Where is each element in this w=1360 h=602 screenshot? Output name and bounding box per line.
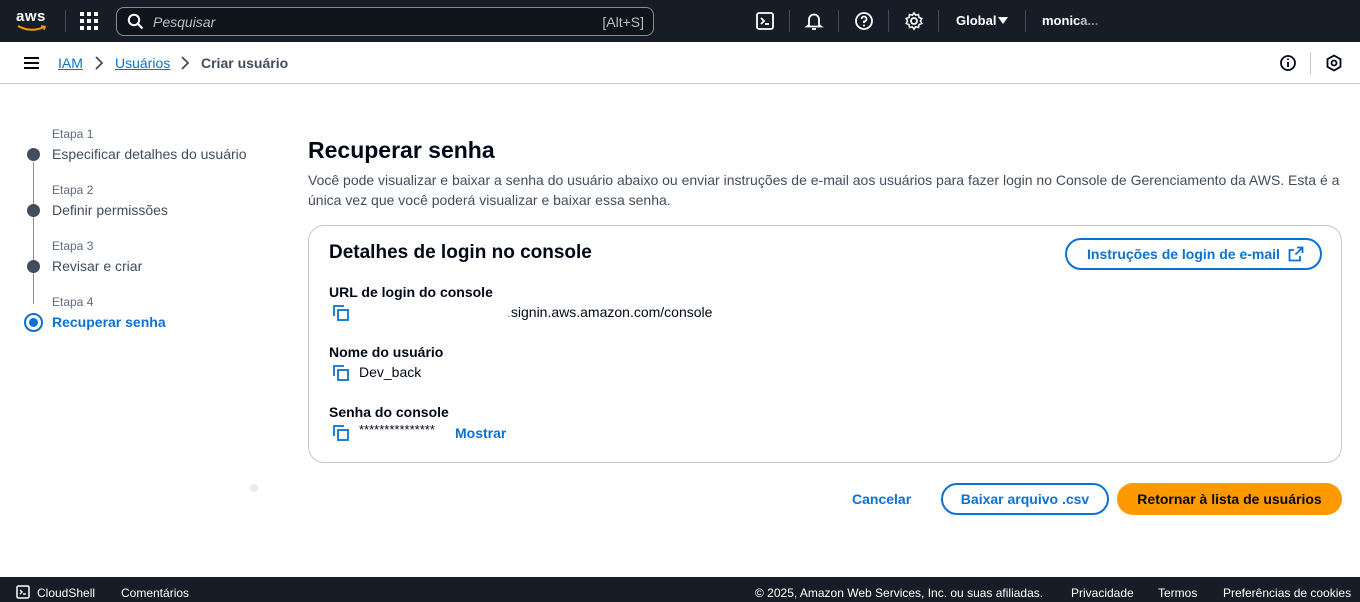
card-title: Detalhes de login no console	[329, 242, 592, 263]
step-4-dot	[24, 313, 43, 332]
breadcrumb-divider	[1310, 52, 1311, 74]
notifications-bell-icon[interactable]	[804, 11, 824, 31]
info-icon[interactable]	[1279, 54, 1297, 72]
nav-divider	[938, 10, 939, 32]
nav-divider	[789, 10, 790, 32]
password-value: ***************	[359, 422, 435, 437]
console-url-label: URL de login do console	[329, 284, 493, 300]
username-label: Nome do usuário	[329, 344, 444, 360]
footer-copyright: © 2025, Amazon Web Services, Inc. ou sua…	[755, 586, 1044, 600]
footer-cookies-link[interactable]: Preferências de cookies	[1223, 586, 1351, 600]
footer-cloudshell-link[interactable]: CloudShell	[37, 586, 95, 600]
return-to-users-button[interactable]: Retornar à lista de usuários	[1117, 483, 1342, 515]
search-placeholder: Pesquisar	[153, 14, 216, 30]
footer: CloudShell Comentários © 2025, Amazon We…	[0, 577, 1360, 602]
breadcrumb-bar: IAM Usuários Criar usuário	[0, 42, 1360, 84]
username-value: Dev_back	[359, 364, 422, 380]
preferences-icon[interactable]	[1325, 54, 1343, 72]
footer-comments-link[interactable]: Comentários	[121, 586, 189, 600]
nav-divider	[1025, 10, 1026, 32]
copy-icon[interactable]	[332, 424, 350, 442]
url-redaction	[359, 306, 511, 324]
step-1-number: Etapa 1	[52, 127, 94, 141]
chevron-right-icon	[95, 56, 104, 70]
cloudshell-icon[interactable]	[755, 11, 775, 31]
step-2-dot	[27, 204, 40, 217]
breadcrumb-usuarios[interactable]: Usuários	[115, 55, 170, 71]
step-1-label: Especificar detalhes do usuário	[52, 146, 247, 162]
steps-connector	[33, 162, 34, 304]
caret-down-icon	[998, 17, 1008, 24]
nav-divider	[838, 10, 839, 32]
step-2-label: Definir permissões	[52, 202, 168, 218]
search-shortcut: [Alt+S]	[602, 14, 644, 30]
search-icon	[127, 13, 144, 30]
breadcrumb-current: Criar usuário	[201, 55, 289, 71]
step-3-dot	[27, 260, 40, 273]
footer-privacy-link[interactable]: Privacidade	[1071, 586, 1134, 600]
console-url-value: .signin.aws.amazon.com/console	[507, 304, 713, 320]
cancel-button[interactable]: Cancelar	[852, 491, 911, 507]
services-grid-icon[interactable]	[80, 12, 98, 30]
region-selector[interactable]: Global	[956, 13, 996, 28]
show-password-link[interactable]: Mostrar	[455, 425, 506, 441]
breadcrumb-iam[interactable]: IAM	[58, 55, 83, 71]
page-title: Recuperar senha	[308, 137, 495, 163]
decorative-dot	[250, 484, 258, 492]
step-2-number: Etapa 2	[52, 183, 94, 197]
download-csv-button[interactable]: Baixar arquivo .csv	[941, 483, 1109, 515]
aws-smile-icon	[17, 25, 47, 31]
top-navigation: aws Pesquisar [Alt+S] Global monica...	[0, 0, 1360, 42]
step-4-label: Recuperar senha	[52, 314, 166, 330]
copy-icon[interactable]	[332, 304, 350, 322]
account-redaction	[1080, 10, 1140, 30]
nav-divider	[888, 10, 889, 32]
step-4-number: Etapa 4	[52, 295, 94, 309]
footer-terms-link[interactable]: Termos	[1158, 586, 1197, 600]
copy-icon[interactable]	[332, 364, 350, 382]
step-3-number: Etapa 3	[52, 239, 94, 253]
email-instructions-button[interactable]: Instruções de login de e-mail	[1065, 238, 1322, 270]
search-input[interactable]: Pesquisar [Alt+S]	[116, 7, 654, 36]
external-link-icon	[1288, 246, 1304, 262]
nav-divider	[65, 10, 66, 32]
email-instructions-label: Instruções de login de e-mail	[1087, 246, 1280, 262]
console-login-details-card: Detalhes de login no console Instruções …	[308, 225, 1342, 463]
aws-logo[interactable]: aws	[16, 8, 50, 34]
aws-logo-text: aws	[16, 8, 46, 25]
cloudshell-icon	[16, 585, 30, 599]
step-1-dot	[27, 148, 40, 161]
help-icon[interactable]	[854, 11, 874, 31]
page-description: Você pode visualizar e baixar a senha do…	[308, 172, 1340, 208]
menu-hamburger-icon[interactable]	[24, 57, 39, 69]
chevron-right-icon	[181, 56, 190, 70]
console-password-label: Senha do console	[329, 404, 449, 420]
step-3-label: Revisar e criar	[52, 258, 143, 274]
settings-gear-icon[interactable]	[904, 11, 924, 31]
